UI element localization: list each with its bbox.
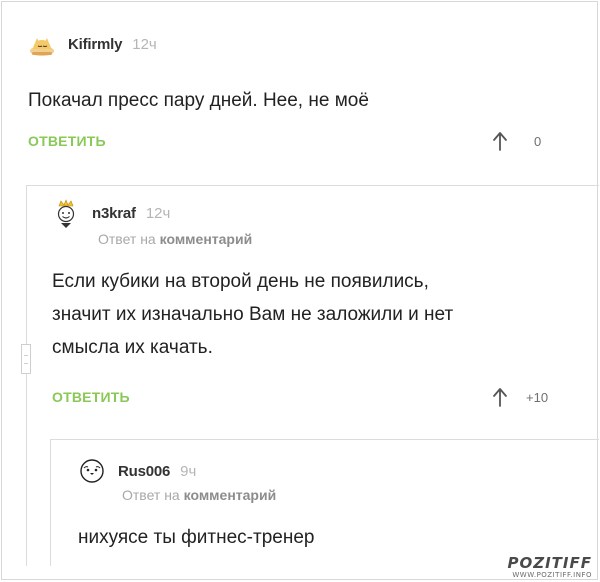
comment-text-line: значит их изначально Вам не заложили и н… <box>52 304 454 325</box>
reply-to-prefix: Ответ на <box>98 231 156 247</box>
reply-to-prefix: Ответ на <box>122 487 180 503</box>
comment-header: n3kraf 12ч <box>52 199 171 228</box>
watermark-logo: POZITIFF <box>507 554 592 572</box>
comments-frame: Kifirmly 12ч Покачал пресс пару дней. Не… <box>1 1 599 580</box>
reply-button[interactable]: ОТВЕТИТЬ <box>52 389 130 405</box>
comment-text: нихуясе ты фитнес-тренер <box>78 527 315 548</box>
comment-time: 9ч <box>180 462 197 480</box>
comment-rating: 0 <box>492 131 556 151</box>
reply-button[interactable]: ОТВЕТИТЬ <box>28 133 106 149</box>
reply-to-link[interactable]: комментарий <box>160 231 253 247</box>
comment-time: 12ч <box>132 35 157 53</box>
comment-text-line: смысла их качать. <box>52 337 213 358</box>
rating-value: +10 <box>526 389 549 405</box>
comment-header: Kifirmly 12ч <box>28 30 157 58</box>
upvote-arrow-icon[interactable] <box>492 131 508 151</box>
crowned-face-avatar-icon[interactable] <box>52 199 80 228</box>
upvote-arrow-icon[interactable] <box>492 387 508 407</box>
comment-username[interactable]: Rus006 <box>118 463 170 480</box>
sleeping-cat-avatar-icon[interactable] <box>28 30 56 58</box>
watermark-url: WWW.POZITIFF.INFO <box>512 571 592 579</box>
reply-to-link[interactable]: комментарий <box>184 487 277 503</box>
reply-to-line: Ответ на комментарий <box>98 231 252 247</box>
comment-text: Если кубики на второй день не появились,… <box>52 265 453 364</box>
comment-username[interactable]: n3kraf <box>92 205 136 222</box>
comment-text-line: Если кубики на второй день не появились, <box>52 271 429 292</box>
comment-text: Покачал пресс пару дней. Нее, не моё <box>28 90 369 111</box>
comment-time: 12ч <box>145 204 171 222</box>
comment-header: Rus006 9ч <box>78 457 196 485</box>
collapse-thread-handle[interactable] <box>21 344 31 374</box>
comment-rating: +10 <box>492 387 548 407</box>
reply-to-line: Ответ на комментарий <box>122 487 276 503</box>
rating-value: 0 <box>534 133 542 149</box>
face-avatar-icon[interactable] <box>78 457 106 485</box>
comment-username[interactable]: Kifirmly <box>68 36 122 53</box>
site-watermark: POZITIFF WWW.POZITIFF.INFO <box>507 554 592 580</box>
